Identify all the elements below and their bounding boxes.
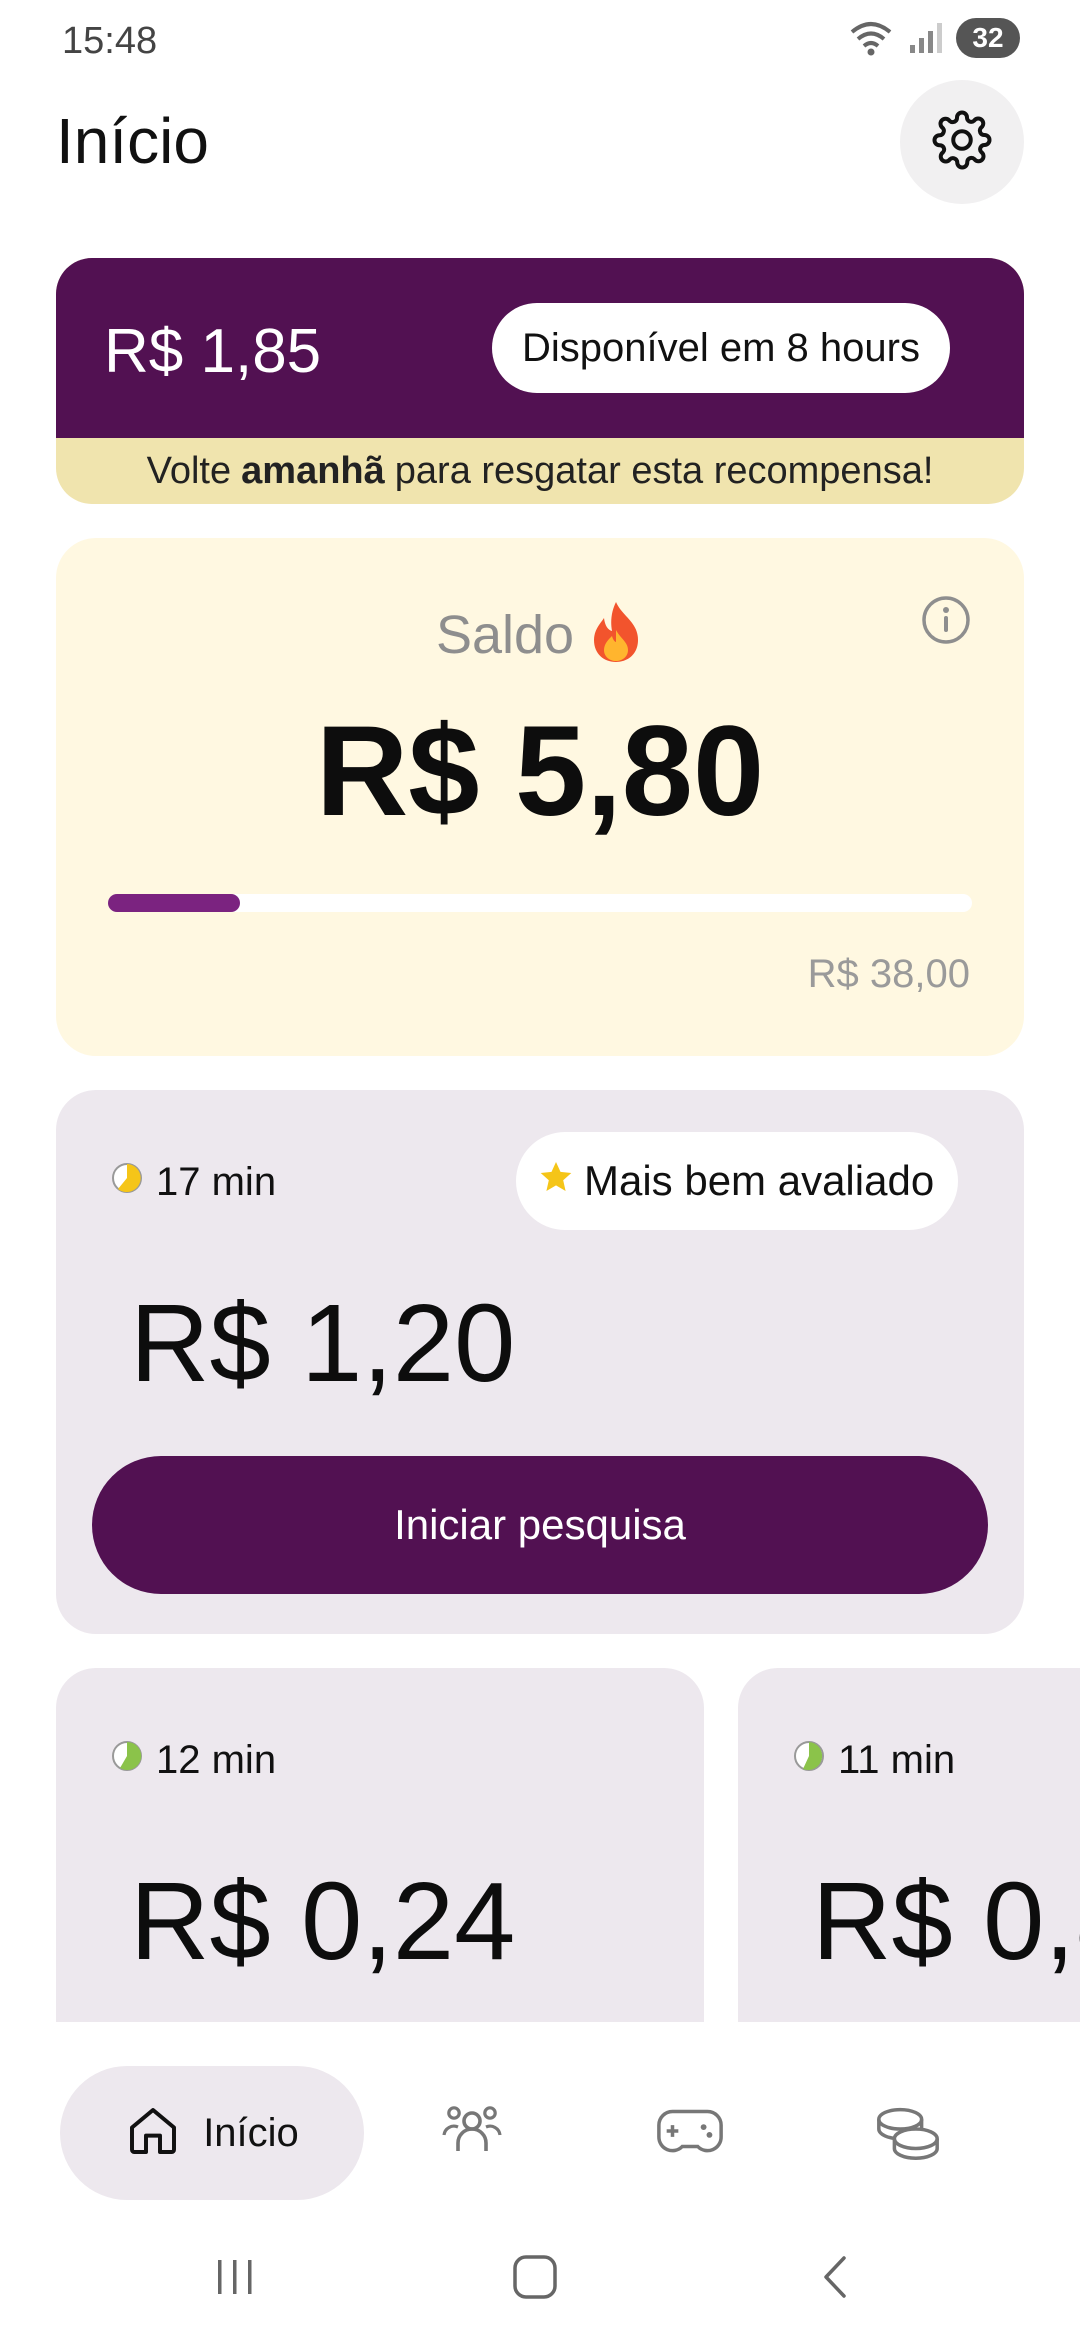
balance-progress-bar	[108, 894, 972, 912]
info-icon[interactable]	[920, 594, 972, 651]
top-rated-badge-label: Mais bem avaliado	[584, 1157, 935, 1204]
survey-price: R$ 0,8	[812, 1860, 1080, 1983]
gamepad-icon	[655, 2103, 725, 2164]
nav-home[interactable]: Início	[60, 2066, 364, 2200]
survey-card-featured[interactable]: 17 min Mais bem avaliado R$ 1,20 Iniciar…	[56, 1090, 1024, 1634]
signal-icon	[908, 21, 942, 55]
survey-card[interactable]: 12 min R$ 0,24	[56, 1668, 704, 2022]
balance-value: R$ 5,80	[315, 700, 765, 843]
survey-duration: 11 min	[792, 1738, 955, 1783]
timer-icon	[792, 1738, 826, 1783]
home-square-icon	[510, 2252, 560, 2307]
star-icon	[538, 1157, 574, 1205]
nav-home-label: Início	[203, 2110, 299, 2155]
home-icon	[125, 2103, 181, 2164]
balance-label-row: Saldo	[56, 600, 1024, 669]
survey-duration-text: 12 min	[156, 1738, 277, 1782]
back-button[interactable]	[792, 2244, 882, 2314]
page-title: Início	[56, 105, 209, 177]
nav-referrals[interactable]	[412, 2066, 532, 2200]
top-rated-badge: Mais bem avaliado	[516, 1132, 959, 1230]
survey-duration-text: 11 min	[838, 1738, 956, 1782]
reward-note-suffix: para resgatar esta recompensa!	[394, 449, 934, 492]
people-icon	[440, 2099, 504, 2168]
start-survey-button[interactable]: Iniciar pesquisa	[92, 1456, 988, 1594]
survey-card[interactable]: 11 min R$ 0,8	[738, 1668, 1080, 2022]
balance-goal: R$ 38,00	[807, 952, 970, 996]
battery-icon: 32	[956, 18, 1020, 58]
nav-games[interactable]	[630, 2066, 750, 2200]
reward-amount: R$ 1,85	[104, 317, 322, 386]
balance-progress-fill	[108, 894, 241, 912]
fire-icon	[588, 600, 644, 669]
daily-reward-card[interactable]: R$ 1,85 Disponível em 8 hours Volte aman…	[56, 258, 1024, 504]
recent-apps-button[interactable]	[190, 2244, 280, 2314]
balance-label: Saldo	[435, 604, 575, 665]
system-navigation-bar	[0, 2222, 1080, 2340]
back-icon	[812, 2252, 862, 2307]
survey-price: R$ 1,20	[130, 1282, 516, 1405]
survey-duration: 17 min	[110, 1160, 276, 1205]
timer-icon	[110, 1738, 144, 1783]
bottom-navigation: Início	[0, 2022, 1080, 2222]
reward-availability-pill: Disponível em 8 hours	[492, 303, 950, 393]
status-bar: 15:48 32	[0, 0, 1080, 90]
survey-price: R$ 0,24	[130, 1860, 516, 1983]
home-button[interactable]	[490, 2244, 580, 2314]
status-icons: 32	[848, 18, 1020, 58]
wifi-icon	[848, 18, 894, 58]
reward-header: R$ 1,85 Disponível em 8 hours	[56, 258, 1024, 438]
status-time: 15:48	[62, 20, 158, 62]
recent-apps-icon	[210, 2252, 260, 2307]
reward-note-prefix: Volte	[146, 449, 232, 492]
survey-duration: 12 min	[110, 1738, 276, 1783]
settings-button[interactable]	[900, 80, 1024, 204]
gear-icon	[932, 110, 992, 175]
reward-note: Volte amanhã para resgatar esta recompen…	[56, 438, 1024, 504]
timer-icon	[110, 1160, 144, 1205]
coins-icon	[873, 2101, 943, 2166]
survey-duration-text: 17 min	[156, 1160, 277, 1204]
nav-rewards[interactable]	[848, 2066, 968, 2200]
reward-note-bold: amanhã	[241, 449, 385, 492]
balance-card: Saldo R$ 5,80 R$ 38,00	[56, 538, 1024, 1056]
